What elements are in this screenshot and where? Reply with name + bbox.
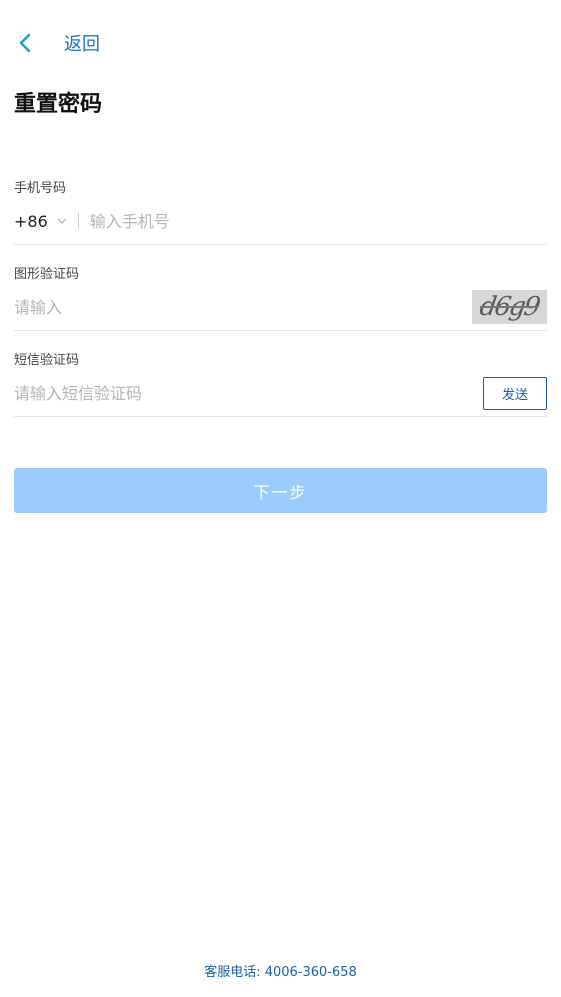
captcha-input[interactable]	[14, 292, 472, 322]
chevron-down-icon	[57, 218, 67, 224]
phone-field-row: +86	[14, 198, 547, 244]
captcha-field: 图形验证码 d6g9	[14, 266, 547, 331]
country-code-select[interactable]: +86	[14, 206, 68, 236]
phone-divider	[77, 213, 79, 229]
phone-input[interactable]	[89, 206, 547, 236]
next-step-button[interactable]: 下一步	[14, 468, 547, 513]
service-label: 客服电话:	[204, 965, 261, 980]
send-code-button[interactable]: 发送	[483, 376, 547, 410]
country-code-value: +86	[14, 211, 48, 231]
captcha-field-row: d6g9	[14, 284, 547, 330]
sms-field: 短信验证码 发送	[14, 352, 547, 417]
back-label: 返回	[64, 34, 100, 55]
page-title: 重置密码	[14, 92, 103, 117]
captcha-image[interactable]: d6g9	[472, 290, 547, 324]
chevron-left-icon	[19, 33, 31, 53]
sms-field-row: 发送	[14, 370, 547, 416]
reset-password-page: 返回 重置密码 手机号码 +86 图形验证码 d6g9 短信验证码	[0, 0, 561, 997]
phone-field-label: 手机号码	[14, 181, 67, 196]
captcha-field-label: 图形验证码	[14, 267, 80, 282]
back-button[interactable]: 返回	[14, 26, 100, 60]
customer-service-footer: 客服电话: 4006-360-658	[0, 961, 561, 980]
sms-field-label: 短信验证码	[14, 353, 80, 368]
phone-field: 手机号码 +86	[14, 180, 547, 245]
service-phone-link[interactable]: 4006-360-658	[265, 965, 357, 980]
sms-code-input[interactable]	[14, 378, 483, 408]
captcha-text: d6g9	[478, 292, 541, 322]
